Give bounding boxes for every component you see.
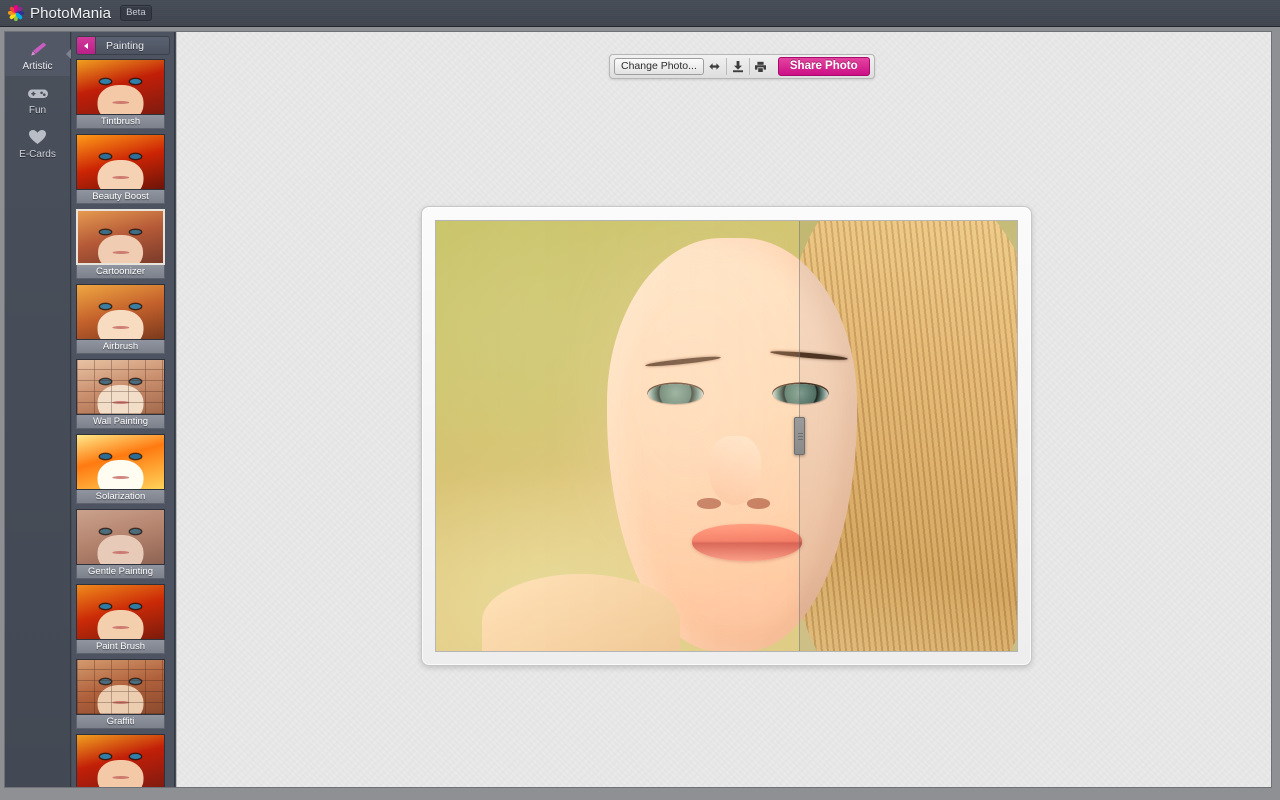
effect-item-airbrush[interactable]: Airbrush: [76, 284, 170, 354]
change-photo-button[interactable]: Change Photo...: [614, 58, 704, 75]
beta-badge: Beta: [120, 4, 152, 22]
print-icon[interactable]: [750, 56, 772, 77]
effect-thumbnail: [76, 659, 165, 715]
photo-toolbar: Change Photo... Share Photo: [609, 54, 875, 79]
thumbnail-face-art: [77, 60, 164, 114]
thumbnail-face-art: [78, 211, 163, 263]
thumbnail-face-art: [77, 360, 164, 414]
compare-arrows-icon[interactable]: [704, 56, 726, 77]
effect-item-tintbrush[interactable]: Tintbrush: [76, 59, 170, 129]
effect-item-wall-painting[interactable]: Wall Painting: [76, 359, 170, 429]
effect-label: Airbrush: [76, 340, 165, 354]
app-frame: Artistic Fun E-Cards Painting Tintbrush Bea…: [0, 27, 1280, 800]
effect-label: Graffiti: [76, 715, 165, 729]
effect-thumbnail: [76, 134, 165, 190]
effects-list: Tintbrush Beauty Boost Cartoonizer Airbrush…: [72, 59, 174, 787]
effect-thumbnail: [76, 59, 165, 115]
left-nav: Artistic Fun E-Cards: [5, 32, 71, 787]
thumbnail-face-art: [77, 135, 164, 189]
photo-stage[interactable]: [435, 220, 1018, 652]
thumbnail-face-art: [77, 660, 164, 714]
effect-label: Tintbrush: [76, 115, 165, 129]
effect-item-solarization[interactable]: Solarization: [76, 434, 170, 504]
effect-item-graffiti[interactable]: Graffiti: [76, 659, 170, 729]
effect-label: Solarization: [76, 490, 165, 504]
app-header: PhotoMania Beta: [0, 0, 1280, 27]
bottom-strip: [0, 790, 1280, 800]
effect-item-beauty-boost[interactable]: Beauty Boost: [76, 134, 170, 204]
brick-texture: [77, 660, 164, 714]
heart-icon: [28, 129, 47, 146]
effect-thumbnail: [76, 284, 165, 340]
chin: [680, 582, 808, 634]
nostril-right: [746, 498, 771, 509]
canvas-area: Change Photo... Share Photo: [176, 32, 1271, 787]
sidebar-item-artistic[interactable]: Artistic: [5, 32, 71, 76]
effect-label: Wall Painting: [76, 415, 165, 429]
chevron-left-icon[interactable]: [77, 37, 96, 54]
effect-thumbnail: [76, 434, 165, 490]
thumbnail-face-art: [77, 285, 164, 339]
effect-item-paint-brush[interactable]: Paint Brush: [76, 584, 170, 654]
sidebar-item-label: Fun: [28, 104, 47, 116]
effect-item-gentle-painting[interactable]: Gentle Painting: [76, 509, 170, 579]
effect-thumbnail: [76, 509, 165, 565]
effect-label: Paint Brush: [76, 640, 165, 654]
share-photo-button[interactable]: Share Photo: [777, 57, 870, 76]
pinwheel-logo-icon: [6, 4, 25, 23]
gamepad-icon: [27, 85, 49, 102]
split-drag-handle-icon[interactable]: [794, 417, 806, 455]
nostril-left: [697, 498, 721, 509]
app-inner: Artistic Fun E-Cards Painting Tintbrush Bea…: [4, 31, 1272, 788]
lips: [691, 524, 802, 561]
effect-thumbnail: [76, 209, 165, 265]
effect-thumbnail: [76, 584, 165, 640]
effect-thumbnail: [76, 359, 165, 415]
paintbrush-icon: [28, 41, 48, 58]
sidebar-item-e-cards[interactable]: E-Cards: [5, 120, 70, 164]
sidebar-item-fun[interactable]: Fun: [5, 76, 70, 120]
effect-label: Cartoonizer: [76, 265, 165, 279]
thumbnail-face-art: [77, 735, 164, 787]
effect-label: Beauty Boost: [76, 190, 165, 204]
thumbnail-face-art: [77, 435, 164, 489]
effects-panel-title: Painting: [106, 39, 144, 52]
photo-frame: [421, 206, 1032, 666]
effect-label: Gentle Painting: [76, 565, 165, 579]
brand-title: PhotoMania: [30, 4, 112, 22]
effect-item-more[interactable]: [76, 734, 170, 787]
portrait-photo: [436, 221, 1017, 651]
sidebar-item-label: Artistic: [22, 60, 53, 72]
effects-panel-header: Painting: [76, 36, 170, 55]
thumbnail-face-art: [77, 510, 164, 564]
thumbnail-face-art: [77, 585, 164, 639]
brick-texture: [77, 360, 164, 414]
effect-item-cartoonizer[interactable]: Cartoonizer: [76, 209, 170, 279]
nose: [709, 436, 762, 505]
effects-panel: Painting Tintbrush Beauty Boost Cartoonize…: [72, 32, 175, 787]
download-icon[interactable]: [727, 56, 749, 77]
effect-thumbnail: [76, 734, 165, 787]
sidebar-item-label: E-Cards: [19, 148, 56, 160]
